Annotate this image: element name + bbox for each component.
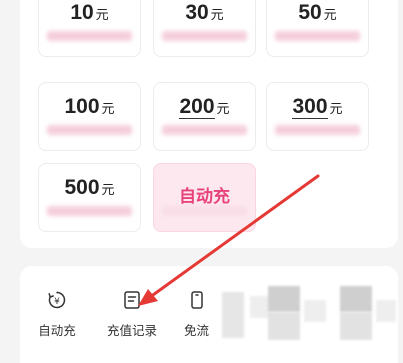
annotation-arrow	[138, 174, 320, 306]
